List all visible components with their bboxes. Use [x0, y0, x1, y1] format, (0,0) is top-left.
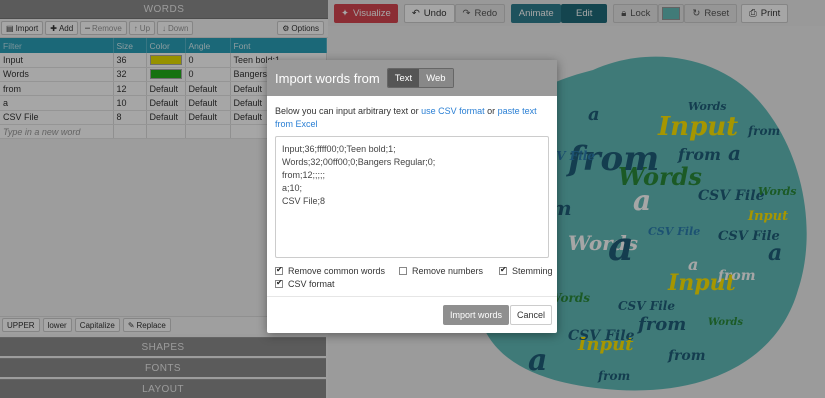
dialog-header: Import words from Text Web: [267, 60, 557, 96]
stemming-label: Stemming: [512, 266, 553, 276]
stemming-checkbox[interactable]: [499, 265, 507, 275]
csv-format-checkbox[interactable]: [275, 278, 283, 288]
remove-numbers-checkbox[interactable]: [399, 267, 407, 275]
description-mid: or: [484, 106, 498, 116]
description-prefix: Below you can input arbitrary text or: [275, 106, 422, 116]
csv-format-link[interactable]: use CSV format: [421, 106, 485, 116]
import-words-button[interactable]: Import words: [443, 305, 510, 325]
import-text-input[interactable]: [275, 136, 549, 258]
tab-web[interactable]: Web: [419, 69, 453, 87]
remove-numbers-option[interactable]: Remove numbers: [399, 266, 483, 276]
dialog-description: Below you can input arbitrary text or us…: [275, 105, 550, 130]
import-words-dialog: Import words from Text Web Below you can…: [267, 60, 557, 333]
remove-common-words-label: Remove common words: [288, 266, 386, 276]
cancel-button[interactable]: Cancel: [510, 305, 553, 325]
stemming-option[interactable]: Stemming: [499, 265, 553, 276]
dialog-title: Import words from: [275, 70, 380, 86]
csv-format-label: CSV format: [288, 279, 335, 289]
remove-common-words-option[interactable]: Remove common words: [275, 265, 386, 276]
remove-common-words-checkbox[interactable]: [275, 265, 283, 275]
tab-text[interactable]: Text: [387, 69, 420, 87]
dialog-divider: [267, 296, 557, 297]
source-tabs: Text Web: [386, 68, 454, 88]
csv-format-option[interactable]: CSV format: [275, 278, 335, 289]
remove-numbers-label: Remove numbers: [412, 266, 484, 276]
